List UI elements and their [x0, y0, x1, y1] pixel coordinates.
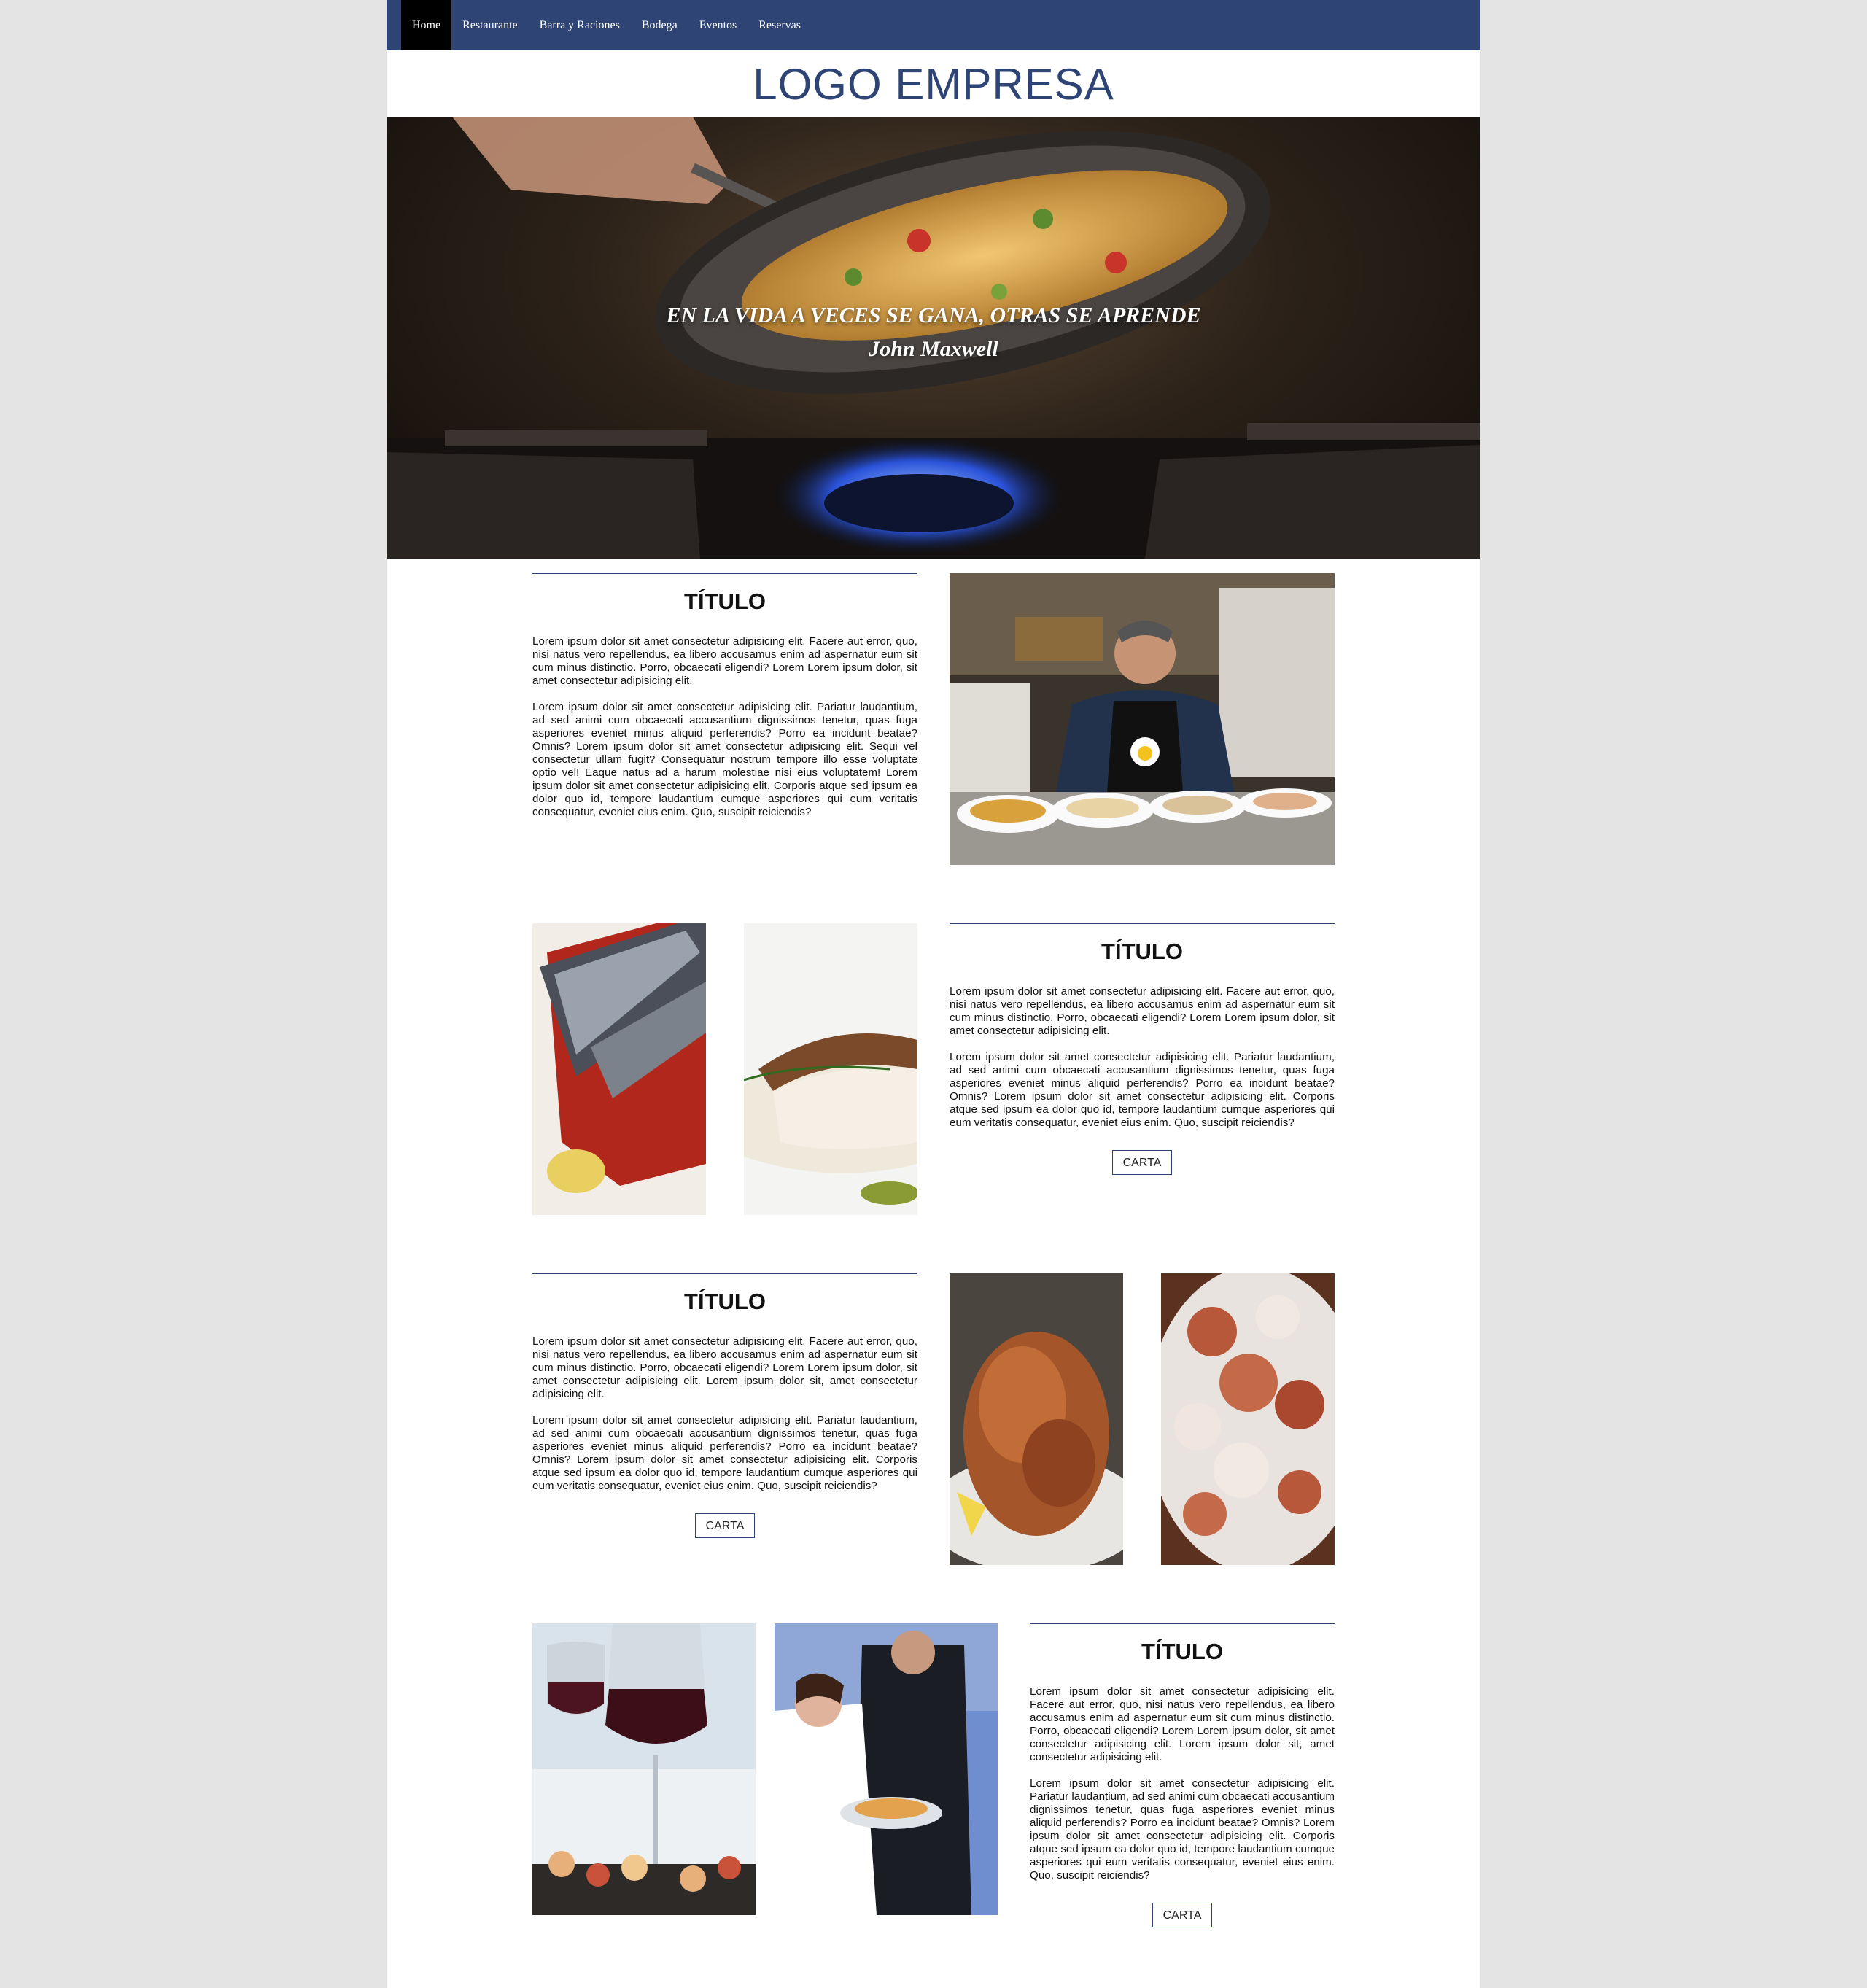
nav-item-home[interactable]: Home	[401, 0, 452, 50]
section-4-text: TÍTULO Lorem ipsum dolor sit amet consec…	[1030, 1623, 1335, 1927]
section-1-text: TÍTULO Lorem ipsum dolor sit amet consec…	[532, 573, 917, 819]
hero-banner: EN LA VIDA A VECES SE GANA, OTRAS SE APR…	[387, 117, 1480, 559]
nav-item-barra-y-raciones[interactable]: Barra y Raciones	[529, 0, 631, 50]
carta-button[interactable]: CARTA	[695, 1513, 755, 1538]
section-divider	[950, 923, 1335, 924]
section-paragraph: Lorem ipsum dolor sit amet consectetur a…	[1030, 1685, 1335, 1763]
top-nav: Home Restaurante Barra y Raciones Bodega…	[387, 0, 1480, 50]
nav-item-reservas[interactable]: Reservas	[748, 0, 812, 50]
section-2-text: TÍTULO Lorem ipsum dolor sit amet consec…	[950, 923, 1335, 1175]
nav-item-bodega[interactable]: Bodega	[631, 0, 688, 50]
page: Home Restaurante Barra y Raciones Bodega…	[387, 0, 1480, 1988]
company-logo[interactable]: LOGO EMPRESA	[387, 55, 1480, 114]
section-divider	[1030, 1623, 1335, 1624]
section-paragraph: Lorem ipsum dolor sit amet consectetur a…	[532, 635, 917, 687]
wine-glasses-photo	[532, 1623, 756, 1915]
section-title: TÍTULO	[1101, 939, 1183, 964]
sardine-dish-photo	[532, 923, 706, 1215]
octopus-dish-photo	[1161, 1273, 1335, 1565]
section-title: TÍTULO	[1141, 1639, 1223, 1664]
section-paragraph: Lorem ipsum dolor sit amet consectetur a…	[532, 1335, 917, 1400]
section-paragraph: Lorem ipsum dolor sit amet consectetur a…	[1030, 1777, 1335, 1882]
section-divider	[532, 1273, 917, 1274]
nav-item-eventos[interactable]: Eventos	[688, 0, 748, 50]
fried-squid-photo	[950, 1273, 1123, 1565]
hero-quote-author: John Maxwell	[869, 337, 998, 361]
section-3-text: TÍTULO Lorem ipsum dolor sit amet consec…	[532, 1273, 917, 1538]
fish-fillet-photo	[744, 923, 917, 1215]
section-paragraph: Lorem ipsum dolor sit amet consectetur a…	[532, 701, 917, 818]
section-divider	[532, 573, 917, 574]
carta-button[interactable]: CARTA	[1152, 1903, 1212, 1927]
carta-button[interactable]: CARTA	[1112, 1150, 1172, 1175]
catering-event-photo	[775, 1623, 998, 1915]
section-title: TÍTULO	[684, 589, 766, 614]
chef-photo	[950, 573, 1335, 865]
section-paragraph: Lorem ipsum dolor sit amet consectetur a…	[950, 1051, 1335, 1129]
section-title: TÍTULO	[684, 1289, 766, 1314]
section-paragraph: Lorem ipsum dolor sit amet consectetur a…	[532, 1414, 917, 1492]
nav-item-restaurante[interactable]: Restaurante	[451, 0, 529, 50]
hero-quote: EN LA VIDA A VECES SE GANA, OTRAS SE APR…	[666, 303, 1201, 327]
section-paragraph: Lorem ipsum dolor sit amet consectetur a…	[950, 985, 1335, 1037]
